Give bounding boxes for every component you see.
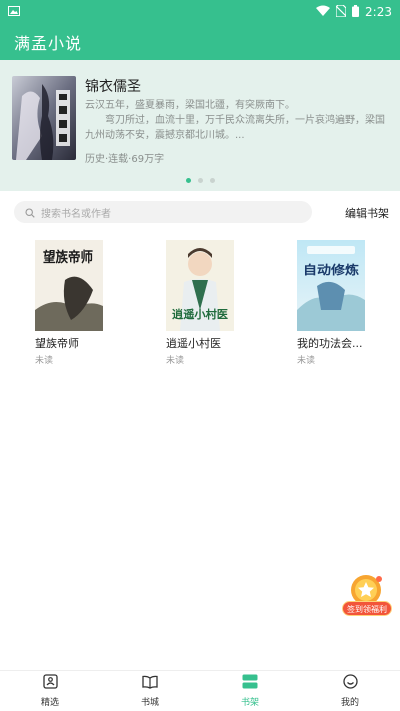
status-bar: 2:23 [0, 0, 400, 24]
book-cover[interactable]: 逍遥小村医 [166, 240, 234, 331]
book-read-status: 未读 [35, 356, 54, 366]
shelf-book-item[interactable]: 逍遥小村医 逍遥小村医 未读 [166, 240, 256, 366]
banner-desc-line: 云汉五年，盛夏暴雨，梁国北疆，有突厥南下。 [85, 100, 295, 111]
page-dot[interactable] [209, 178, 215, 183]
nav-label: 精选 [40, 698, 59, 708]
nav-item-bookshelf[interactable]: 书架 [200, 671, 300, 711]
nav-item-featured[interactable]: 精选 [0, 671, 100, 711]
page-dot-active[interactable] [185, 178, 191, 183]
banner-book-meta: 历史·连载·69万字 [85, 154, 165, 165]
battery-icon [352, 4, 360, 20]
featured-icon [42, 674, 58, 693]
shelf-book-item[interactable]: 望族帝师 望族帝师 未读 [35, 240, 125, 366]
banner-book-description: 云汉五年，盛夏暴雨，梁国北疆，有突厥南下。 弯刀所过，血流十里，万千民众流离失所… [85, 98, 385, 143]
recommendation-banner[interactable]: 锦衣儒圣 云汉五年，盛夏暴雨，梁国北疆，有突厥南下。 弯刀所过，血流十里，万千民… [0, 60, 400, 191]
checkin-reward-button[interactable]: 签到领福利 [340, 573, 392, 619]
banner-page-indicator [0, 178, 400, 183]
nav-label: 我的 [340, 698, 359, 708]
bottom-navigation: 精选 书城 书架 我的 [0, 670, 400, 711]
book-read-status: 未读 [166, 356, 185, 366]
nav-item-profile[interactable]: 我的 [300, 671, 400, 711]
edit-shelf-button[interactable]: 编辑书架 [345, 205, 389, 221]
shelf-book-item[interactable]: 自动修炼 我的功法会... 未读 [297, 240, 387, 366]
book-title[interactable]: 逍遥小村医 [166, 335, 256, 351]
open-book-icon [142, 674, 158, 693]
search-input[interactable]: 搜索书名或作者 [14, 201, 312, 223]
nav-label: 书城 [140, 698, 159, 708]
book-cover[interactable]: 自动修炼 [297, 240, 365, 331]
book-cover-text: 逍遥小村医 [172, 307, 228, 321]
status-time: 2:23 [365, 5, 392, 19]
smile-face-icon [342, 674, 358, 693]
nav-label: 书架 [240, 698, 259, 708]
search-icon [25, 203, 35, 222]
bookshelf-icon [242, 674, 258, 693]
app-bar: 满孟小说 [0, 24, 400, 60]
book-cover-text: 望族帝师 [43, 249, 93, 266]
banner-desc-line: 九州动荡不安，震撼京都北川城。... [85, 130, 245, 141]
image-icon [8, 5, 20, 19]
search-placeholder: 搜索书名或作者 [41, 208, 111, 220]
app-title: 满孟小说 [14, 34, 83, 53]
page-dot[interactable] [197, 178, 203, 183]
no-sim-icon [335, 3, 347, 20]
nav-item-bookstore[interactable]: 书城 [100, 671, 200, 711]
book-title[interactable]: 望族帝师 [35, 335, 125, 351]
book-read-status: 未读 [297, 356, 316, 366]
banner-book-cover[interactable] [12, 76, 76, 160]
book-cover-text: 自动修炼 [303, 262, 359, 277]
wifi-icon [316, 5, 331, 19]
banner-desc-line: 弯刀所过，血流十里，万千民众流离失所，一片哀鸿遍野，梁国十 [105, 115, 385, 126]
checkin-label: 签到领福利 [342, 601, 392, 616]
app-screen: 2:23 满孟小说 锦衣儒圣 云汉五年，盛夏暴雨，梁国北疆，有突厥南下。 弯刀所… [0, 0, 400, 711]
book-title[interactable]: 我的功法会... [297, 335, 387, 351]
book-cover[interactable]: 望族帝师 [35, 240, 103, 331]
banner-book-title[interactable]: 锦衣儒圣 [85, 76, 141, 96]
